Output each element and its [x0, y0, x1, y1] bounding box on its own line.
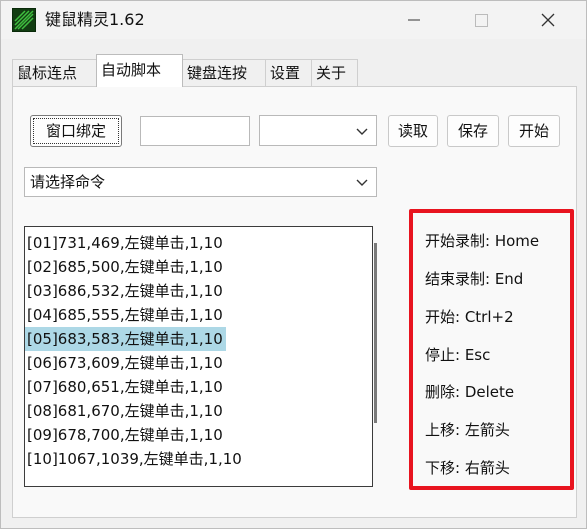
list-item-selected: [05]683,583,左键单击,1,10	[25, 327, 226, 351]
hotkey-start: 开始: Ctrl+2	[425, 308, 514, 326]
list-item-text: [08]681,670,左键单击,1,10	[27, 402, 223, 420]
maximize-button[interactable]	[452, 1, 510, 39]
command-select-value: 请选择命令	[30, 173, 106, 191]
list-item-text: [10]1067,1039,左键单击,1,10	[27, 450, 242, 468]
start-button[interactable]: 开始	[508, 115, 560, 147]
list-item[interactable]: [01]731,469,左键单击,1,10	[25, 231, 372, 255]
list-item[interactable]: [06]673,609,左键单击,1,10	[25, 351, 372, 375]
list-item[interactable]: [09]678,700,左键单击,1,10	[25, 423, 372, 447]
list-item-text: [09]678,700,左键单击,1,10	[27, 426, 223, 444]
list-item[interactable]: [04]685,555,左键单击,1,10	[25, 303, 372, 327]
hotkey-end-record: 结束录制: End	[425, 270, 524, 288]
save-button[interactable]: 保存	[447, 115, 499, 147]
list-item-text: [02]685,500,左键单击,1,10	[27, 258, 223, 276]
title-bar[interactable]: 键鼠精灵1.62	[1, 1, 586, 39]
tab-mouse-click[interactable]: 鼠标连点	[12, 59, 97, 86]
tab-keyboard-press[interactable]: 键盘连按	[182, 59, 266, 86]
list-item[interactable]: [05]683,583,左键单击,1,10	[25, 327, 372, 351]
hotkey-stop: 停止: Esc	[425, 346, 491, 364]
close-icon	[541, 13, 555, 27]
list-item-text: [06]673,609,左键单击,1,10	[27, 354, 223, 372]
list-item-text: [03]686,532,左键单击,1,10	[27, 282, 223, 300]
list-item[interactable]: [02]685,500,左键单击,1,10	[25, 255, 372, 279]
list-item-text: [07]680,651,左键单击,1,10	[27, 378, 223, 396]
scrollbar-thumb[interactable]	[374, 243, 377, 423]
close-button[interactable]	[519, 1, 577, 39]
hotkey-delete: 删除: Delete	[425, 383, 515, 401]
maximize-icon	[474, 13, 488, 27]
bind-window-button[interactable]: 窗口绑定	[30, 115, 122, 147]
minimize-button[interactable]	[385, 1, 443, 39]
command-select[interactable]: 请选择命令	[24, 167, 377, 197]
app-logo-icon	[12, 8, 36, 32]
script-list[interactable]: [01]731,469,左键单击,1,10 [02]685,500,左键单击,1…	[24, 226, 373, 487]
minimize-icon	[408, 19, 420, 21]
window-select[interactable]	[259, 115, 377, 146]
hotkey-start-record: 开始录制: Home	[425, 232, 540, 250]
list-item[interactable]: [03]686,532,左键单击,1,10	[25, 279, 372, 303]
tab-auto-script[interactable]: 自动脚本	[96, 54, 183, 87]
app-window: 键鼠精灵1.62 鼠标连点 自动脚本 键盘连按 设置 关于 窗口绑定 读取 保存…	[0, 0, 587, 529]
tab-settings[interactable]: 设置	[265, 59, 312, 86]
list-item-text: [04]685,555,左键单击,1,10	[27, 306, 223, 324]
chevron-down-icon	[356, 179, 368, 186]
list-item-text: [01]731,469,左键单击,1,10	[27, 234, 223, 252]
list-item[interactable]: [10]1067,1039,左键单击,1,10	[25, 447, 372, 471]
window-name-input[interactable]	[140, 116, 250, 146]
window-title: 键鼠精灵1.62	[45, 10, 145, 29]
read-button[interactable]: 读取	[388, 115, 438, 147]
list-item[interactable]: [07]680,651,左键单击,1,10	[25, 375, 372, 399]
chevron-down-icon	[356, 128, 368, 135]
tab-about[interactable]: 关于	[311, 59, 358, 86]
list-item[interactable]: [08]681,670,左键单击,1,10	[25, 399, 372, 423]
hotkey-move-down: 下移: 右箭头	[425, 459, 510, 477]
hotkey-legend: 开始录制: Home 结束录制: End 开始: Ctrl+2 停止: Esc …	[409, 209, 574, 490]
hotkey-move-up: 上移: 左箭头	[425, 421, 510, 439]
